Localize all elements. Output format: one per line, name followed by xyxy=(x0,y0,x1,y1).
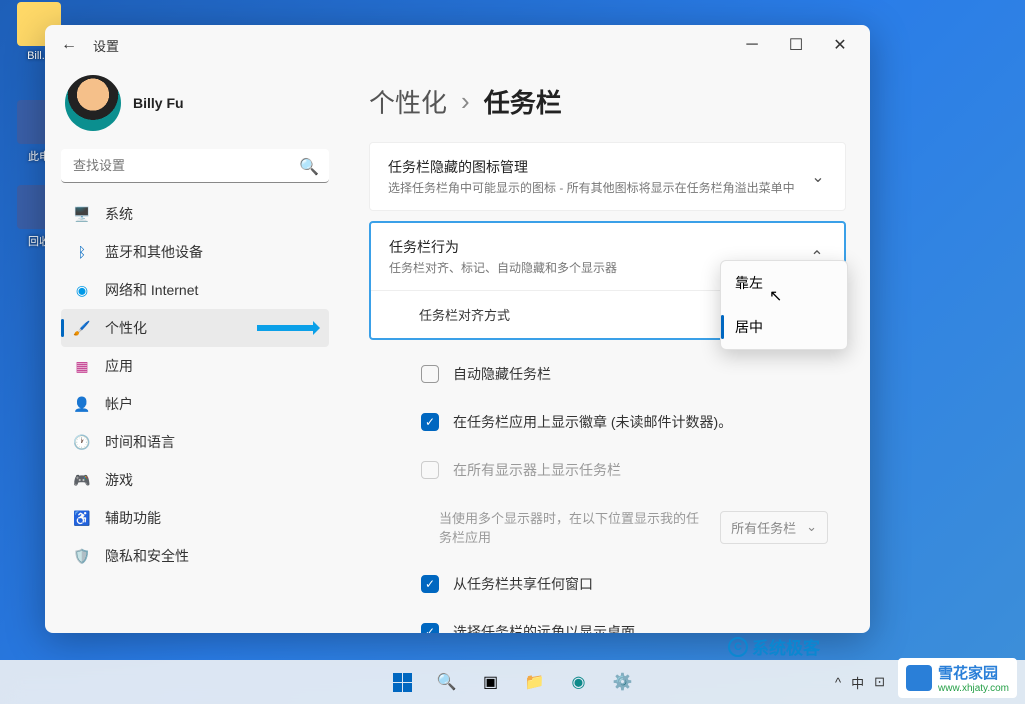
option-left[interactable]: 靠左 xyxy=(721,261,847,305)
nav: 🖥️系统 ᛒ蓝牙和其他设备 ◉网络和 Internet 🖌️个性化 ▦应用 👤帐… xyxy=(61,195,329,633)
card-hidden-icons: 任务栏隐藏的图标管理 选择任务栏角中可能显示的图标 - 所有其他图标将显示在任务… xyxy=(369,142,846,211)
tray-ime[interactable]: 中 xyxy=(851,673,864,692)
clock-icon: 🕐 xyxy=(73,433,91,451)
nav-apps[interactable]: ▦应用 xyxy=(61,347,329,385)
nav-privacy[interactable]: 🛡️隐私和安全性 xyxy=(61,537,329,575)
alignment-dropdown: 靠左 居中 xyxy=(720,260,848,350)
wifi-icon: ◉ xyxy=(73,281,91,299)
card-hidden-icons-header[interactable]: 任务栏隐藏的图标管理 选择任务栏角中可能显示的图标 - 所有其他图标将显示在任务… xyxy=(370,143,845,210)
sidebar: Billy Fu 🔍 🖥️系统 ᛒ蓝牙和其他设备 ◉网络和 Internet 🖌… xyxy=(45,65,345,633)
row-share-window[interactable]: ✓ 从任务栏共享任何窗口 xyxy=(369,560,846,608)
breadcrumb-parent[interactable]: 个性化 xyxy=(369,83,447,120)
watermark-sysgeek: C系统极客 xyxy=(728,634,820,659)
taskbar-explorer[interactable]: 📁 xyxy=(515,662,555,702)
search-box: 🔍 xyxy=(61,149,329,183)
nav-accounts[interactable]: 👤帐户 xyxy=(61,385,329,423)
shield-icon: 🛡️ xyxy=(73,547,91,565)
chevron-down-icon: ⌄ xyxy=(809,167,827,187)
minimize-button[interactable]: ─ xyxy=(730,30,774,60)
multi-monitor-select: 所有任务栏 ⌄ xyxy=(720,511,828,544)
taskbar-search[interactable]: 🔍 xyxy=(427,662,467,702)
user-icon: 👤 xyxy=(73,395,91,413)
close-button[interactable]: ✕ xyxy=(818,30,862,60)
bluetooth-icon: ᛒ xyxy=(73,243,91,261)
apps-icon: ▦ xyxy=(73,357,91,375)
arrow-annotation xyxy=(257,325,317,331)
row-all-monitors: 在所有显示器上显示任务栏 xyxy=(369,446,846,494)
watermark-xhjaty: 雪花家园www.xhjaty.com xyxy=(898,658,1017,698)
window-title: 设置 xyxy=(93,36,119,55)
row-multi-monitor: 当使用多个显示器时，在以下位置显示我的任务栏应用 所有任务栏 ⌄ xyxy=(369,494,846,560)
checkbox-autohide[interactable] xyxy=(421,365,439,383)
tray-system[interactable]: ⊡ xyxy=(874,674,885,690)
search-input[interactable] xyxy=(61,149,329,183)
maximize-button[interactable]: ☐ xyxy=(774,30,818,60)
alignment-label: 任务栏对齐方式 xyxy=(389,305,510,324)
taskbar: 🔍 ▣ 📁 ◉ ⚙️ ^ 中 ⊡ xyxy=(0,660,1025,704)
nav-time-language[interactable]: 🕐时间和语言 xyxy=(61,423,329,461)
start-button[interactable] xyxy=(383,662,423,702)
checkbox-all-monitors xyxy=(421,461,439,479)
taskbar-settings[interactable]: ⚙️ xyxy=(603,662,643,702)
nav-accessibility[interactable]: ♿辅助功能 xyxy=(61,499,329,537)
nav-bluetooth[interactable]: ᛒ蓝牙和其他设备 xyxy=(61,233,329,271)
profile[interactable]: Billy Fu xyxy=(61,65,329,149)
chevron-down-icon: ⌄ xyxy=(806,519,817,535)
taskbar-edge[interactable]: ◉ xyxy=(559,662,599,702)
chevron-right-icon: › xyxy=(461,86,470,117)
row-autohide[interactable]: 自动隐藏任务栏 xyxy=(369,350,846,398)
gear-icon: ⚙️ xyxy=(613,672,633,692)
tray-chevron[interactable]: ^ xyxy=(835,675,841,690)
option-center[interactable]: 居中 xyxy=(721,305,847,349)
brush-icon: 🖌️ xyxy=(73,319,91,337)
nav-personalization[interactable]: 🖌️个性化 xyxy=(61,309,329,347)
nav-gaming[interactable]: 🎮游戏 xyxy=(61,461,329,499)
folder-icon: 📁 xyxy=(525,672,545,692)
avatar xyxy=(65,75,121,131)
snowflake-logo-icon xyxy=(906,665,932,691)
edge-icon: ◉ xyxy=(572,672,586,692)
row-far-corner[interactable]: ✓ 选择任务栏的远角以显示桌面 xyxy=(369,608,846,633)
system-icon: 🖥️ xyxy=(73,205,91,223)
taskbar-taskview[interactable]: ▣ xyxy=(471,662,511,702)
checkbox-share-window[interactable]: ✓ xyxy=(421,575,439,593)
breadcrumb: 个性化 › 任务栏 xyxy=(369,65,846,142)
checkbox-badges[interactable]: ✓ xyxy=(421,413,439,431)
nav-system[interactable]: 🖥️系统 xyxy=(61,195,329,233)
back-button[interactable]: ← xyxy=(53,36,85,54)
accessibility-icon: ♿ xyxy=(73,509,91,527)
profile-name: Billy Fu xyxy=(133,95,184,111)
windows-logo-icon xyxy=(393,673,412,692)
breadcrumb-current: 任务栏 xyxy=(484,83,562,120)
row-badges[interactable]: ✓ 在任务栏应用上显示徽章 (未读邮件计数器)。 xyxy=(369,398,846,446)
gamepad-icon: 🎮 xyxy=(73,471,91,489)
search-icon: 🔍 xyxy=(437,672,457,692)
checkbox-far-corner[interactable]: ✓ xyxy=(421,623,439,633)
nav-network[interactable]: ◉网络和 Internet xyxy=(61,271,329,309)
taskview-icon: ▣ xyxy=(483,672,498,692)
titlebar: ← 设置 ─ ☐ ✕ xyxy=(45,25,870,65)
search-icon: 🔍 xyxy=(299,157,319,177)
